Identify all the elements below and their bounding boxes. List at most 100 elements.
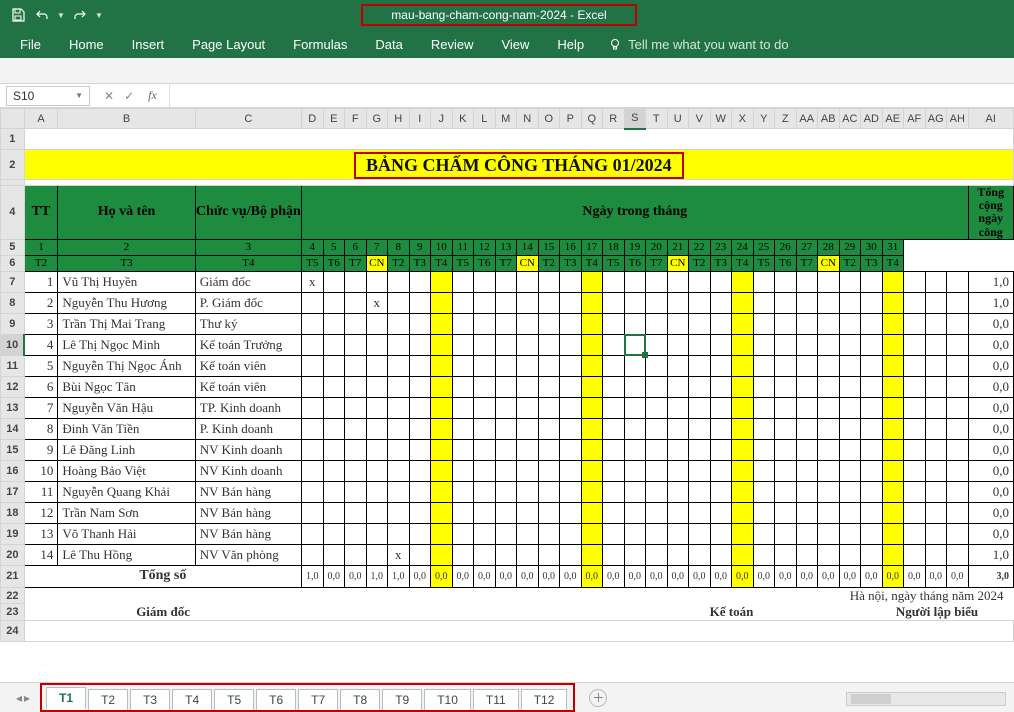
cell-day[interactable] <box>302 355 324 376</box>
cell-day[interactable] <box>452 271 474 292</box>
cell-day[interactable] <box>409 313 431 334</box>
row-header[interactable]: 18 <box>1 502 25 523</box>
cell-day[interactable] <box>452 397 474 418</box>
cell-day[interactable] <box>667 334 689 355</box>
cell-day[interactable] <box>538 439 560 460</box>
cell-day[interactable] <box>323 376 345 397</box>
cell-day[interactable] <box>667 502 689 523</box>
cell-day[interactable] <box>345 313 367 334</box>
cell-day[interactable] <box>753 313 775 334</box>
cell-day[interactable] <box>409 418 431 439</box>
cell-day[interactable] <box>710 523 732 544</box>
row-header[interactable]: 9 <box>1 313 25 334</box>
cell-day[interactable] <box>581 271 603 292</box>
cell-day[interactable] <box>861 397 883 418</box>
cell-day[interactable] <box>431 271 453 292</box>
cell-day[interactable] <box>882 544 904 565</box>
cell-total[interactable]: 0,0 <box>968 313 1014 334</box>
cell-day[interactable] <box>474 292 496 313</box>
cell-day[interactable] <box>302 292 324 313</box>
cell-day[interactable] <box>775 397 797 418</box>
cell-day[interactable] <box>323 460 345 481</box>
cell-day[interactable] <box>603 334 625 355</box>
cell-day[interactable] <box>667 397 689 418</box>
cell-day[interactable] <box>323 502 345 523</box>
cell-day[interactable] <box>818 439 840 460</box>
row-header[interactable]: 15 <box>1 439 25 460</box>
cell-day[interactable] <box>710 313 732 334</box>
cell-day[interactable] <box>689 355 711 376</box>
cell-day[interactable] <box>710 397 732 418</box>
cell-day[interactable] <box>603 292 625 313</box>
row-header[interactable]: 21 <box>1 565 25 587</box>
cell-day[interactable] <box>603 502 625 523</box>
cell-day[interactable] <box>474 397 496 418</box>
sheet-tab[interactable]: T3 <box>130 689 170 710</box>
cell-day[interactable] <box>345 502 367 523</box>
save-icon[interactable] <box>8 5 28 25</box>
cell-day[interactable] <box>710 481 732 502</box>
cell-day[interactable] <box>624 502 646 523</box>
cell-day[interactable] <box>775 439 797 460</box>
cell-day[interactable] <box>431 544 453 565</box>
col-header[interactable]: AA <box>796 109 818 129</box>
cell-day[interactable] <box>517 523 539 544</box>
cell-day[interactable] <box>861 502 883 523</box>
new-sheet-button[interactable]: ＋ <box>589 689 607 707</box>
cell-day[interactable] <box>603 397 625 418</box>
cell-tt[interactable]: 2 <box>24 292 58 313</box>
cell-day[interactable] <box>495 439 517 460</box>
cell-day[interactable] <box>689 439 711 460</box>
total-day[interactable]: 0,0 <box>323 565 345 587</box>
cell-day[interactable] <box>646 523 668 544</box>
cell-role[interactable]: NV Kinh doanh <box>195 439 301 460</box>
cell-day[interactable] <box>474 523 496 544</box>
col-header[interactable]: Q <box>581 109 603 129</box>
cell-day[interactable] <box>925 376 947 397</box>
cell-day[interactable] <box>431 376 453 397</box>
cell-day[interactable] <box>581 523 603 544</box>
cell-day[interactable] <box>775 313 797 334</box>
cell-day[interactable] <box>538 334 560 355</box>
sheet-tab[interactable]: T11 <box>473 689 519 710</box>
cell-day[interactable] <box>710 292 732 313</box>
cell-day[interactable] <box>323 544 345 565</box>
cell-day[interactable] <box>732 271 754 292</box>
cell-day[interactable] <box>345 397 367 418</box>
cell-day[interactable] <box>775 355 797 376</box>
total-day[interactable]: 0,0 <box>818 565 840 587</box>
cell-day[interactable] <box>538 271 560 292</box>
col-header[interactable]: G <box>366 109 388 129</box>
total-day[interactable]: 0,0 <box>345 565 367 587</box>
cell-day[interactable] <box>882 313 904 334</box>
row-header[interactable]: 11 <box>1 355 25 376</box>
cell-day[interactable] <box>904 460 926 481</box>
cell-name[interactable]: Lê Thu Hồng <box>58 544 195 565</box>
cell-day[interactable] <box>925 271 947 292</box>
cell-day[interactable] <box>646 481 668 502</box>
cell-day[interactable] <box>839 313 861 334</box>
cell-day[interactable] <box>646 460 668 481</box>
row-header[interactable]: 16 <box>1 460 25 481</box>
cell-day[interactable] <box>538 313 560 334</box>
cell-day[interactable] <box>495 334 517 355</box>
cell-day[interactable] <box>474 355 496 376</box>
cell-day[interactable] <box>517 313 539 334</box>
col-header[interactable]: AC <box>839 109 861 129</box>
cell-day[interactable] <box>495 418 517 439</box>
cell-day[interactable] <box>818 397 840 418</box>
cell-day[interactable] <box>388 355 410 376</box>
cell-day[interactable] <box>753 523 775 544</box>
cell-day[interactable] <box>302 313 324 334</box>
cell-total[interactable]: 0,0 <box>968 418 1014 439</box>
cell-day[interactable] <box>495 481 517 502</box>
cell-day[interactable] <box>796 313 818 334</box>
cell-day[interactable] <box>710 355 732 376</box>
cell-day[interactable] <box>839 334 861 355</box>
cell-day[interactable] <box>667 292 689 313</box>
cell-day[interactable] <box>474 418 496 439</box>
cell-day[interactable] <box>388 271 410 292</box>
cell-day[interactable] <box>452 376 474 397</box>
cell-day[interactable] <box>947 334 969 355</box>
cell-day[interactable] <box>345 439 367 460</box>
